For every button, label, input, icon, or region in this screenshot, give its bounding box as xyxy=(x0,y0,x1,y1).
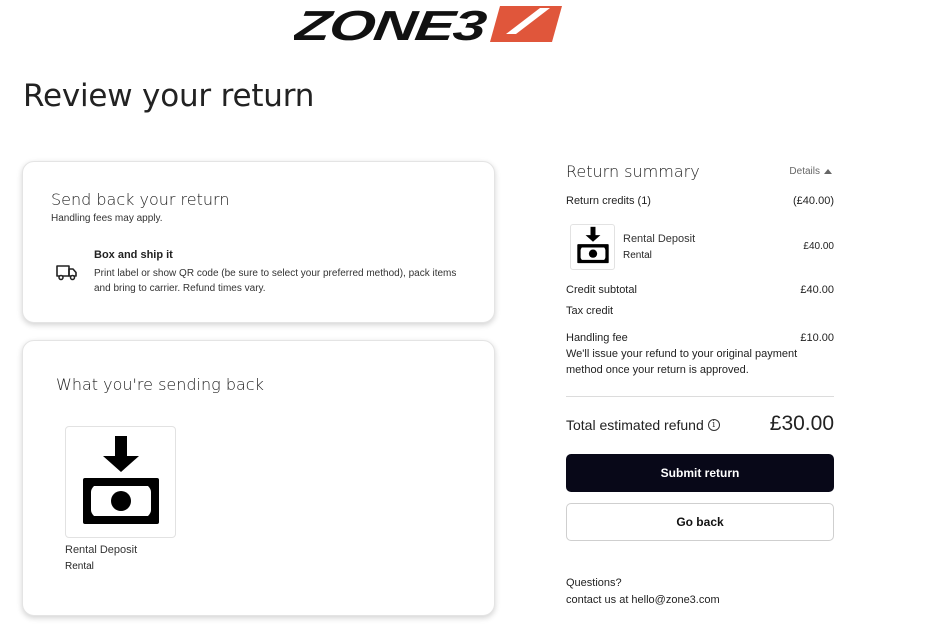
details-label: Details xyxy=(789,166,820,177)
questions-label: Questions? xyxy=(566,577,622,589)
zone3-logo[interactable]: ZONE3 xyxy=(290,2,564,49)
truck-icon xyxy=(56,263,78,281)
shipping-card-title: Send back your return xyxy=(51,190,230,209)
total-refund-label-group: Total estimated refund i xyxy=(566,417,720,433)
summary-item-price: £40.00 xyxy=(803,241,834,252)
summary-item-name: Rental Deposit xyxy=(623,233,696,245)
questions-block: Questions? contact us at hello@zone3.com xyxy=(566,575,720,609)
shipping-method-title: Box and ship it xyxy=(94,249,173,261)
refund-note: We'll issue your refund to your original… xyxy=(566,348,798,376)
shipping-method-card: Send back your return Handling fees may … xyxy=(22,161,495,323)
return-items-card: What you're sending back Rental Deposit … xyxy=(22,340,495,616)
info-icon[interactable]: i xyxy=(707,419,720,431)
summary-item-type: Rental xyxy=(623,250,652,261)
return-credits-label: Return credits (1) xyxy=(566,195,651,207)
contact-text[interactable]: contact us at hello@zone3.com xyxy=(566,592,720,609)
page-title: Review your return xyxy=(23,78,315,114)
shipping-method-description: Print label or show QR code (be sure to … xyxy=(94,268,457,294)
credit-subtotal-label: Credit subtotal xyxy=(566,284,637,296)
item-name: Rental Deposit xyxy=(65,544,138,556)
total-refund-value: £30.00 xyxy=(769,412,834,435)
summary-item-thumbnail xyxy=(570,224,615,270)
return-credits-value: (£40.00) xyxy=(793,195,834,207)
go-back-button[interactable]: Go back xyxy=(566,503,834,541)
item-thumbnail xyxy=(65,426,176,538)
handling-fee-value: £10.00 xyxy=(800,332,834,344)
handling-fee-label: Handling fee xyxy=(566,332,628,344)
caret-up-icon xyxy=(824,169,832,174)
shipping-card-subtitle: Handling fees may apply. xyxy=(51,213,163,224)
total-refund-label: Total estimated refund xyxy=(566,417,704,433)
svg-text:ZONE3: ZONE3 xyxy=(294,4,489,44)
summary-title: Return summary xyxy=(566,162,700,181)
items-card-title: What you're sending back xyxy=(56,375,264,394)
cash-deposit-icon xyxy=(576,226,610,269)
tax-credit-label: Tax credit xyxy=(566,305,614,317)
cash-deposit-icon xyxy=(80,434,162,531)
details-toggle[interactable]: Details xyxy=(789,166,832,177)
summary-divider xyxy=(566,396,834,397)
credit-subtotal-value: £40.00 xyxy=(800,284,834,296)
submit-return-button[interactable]: Submit return xyxy=(566,454,834,492)
item-type: Rental xyxy=(65,561,94,572)
